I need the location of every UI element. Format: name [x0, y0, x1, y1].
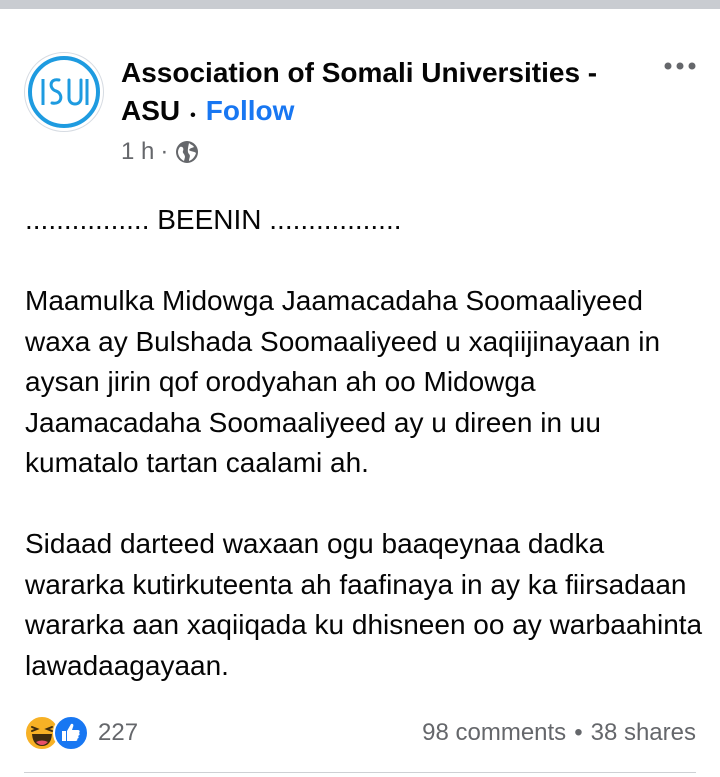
- post-text: ................ BEENIN ................…: [25, 200, 705, 686]
- comments-count-link[interactable]: 98 comments: [422, 719, 566, 747]
- follow-button[interactable]: Follow: [206, 95, 295, 126]
- post-paragraph: Sidaad darteed waxaan ogu baaqeynaa dadk…: [25, 528, 703, 681]
- engagement-separator: •: [574, 719, 583, 746]
- page-avatar[interactable]: [24, 52, 104, 132]
- more-options-button[interactable]: [660, 58, 700, 78]
- header-separator: •: [190, 107, 196, 124]
- post-paragraph-title: ................ BEENIN ................…: [25, 204, 402, 235]
- top-separator-bar: [0, 0, 720, 9]
- globe-icon: [174, 139, 200, 165]
- engagement-summary: 98 comments • 38 shares: [422, 713, 696, 753]
- meta-separator: ·: [160, 138, 169, 165]
- reaction-count: 227: [98, 719, 139, 746]
- like-reaction-icon: [53, 715, 89, 751]
- post-meta: 1 h ·: [121, 136, 200, 168]
- post-timestamp[interactable]: 1 h: [121, 138, 154, 166]
- reactions-summary[interactable]: 227: [24, 713, 138, 753]
- post-paragraph: Maamulka Midowga Jaamacadaha Soomaaliyee…: [25, 285, 661, 478]
- more-horizontal-icon: [664, 62, 696, 70]
- asu-logo-icon: [28, 56, 100, 128]
- post-header: Association of Somali Universities - ASU…: [121, 54, 641, 130]
- shares-count-link[interactable]: 38 shares: [591, 719, 696, 747]
- actions-divider: [24, 772, 696, 773]
